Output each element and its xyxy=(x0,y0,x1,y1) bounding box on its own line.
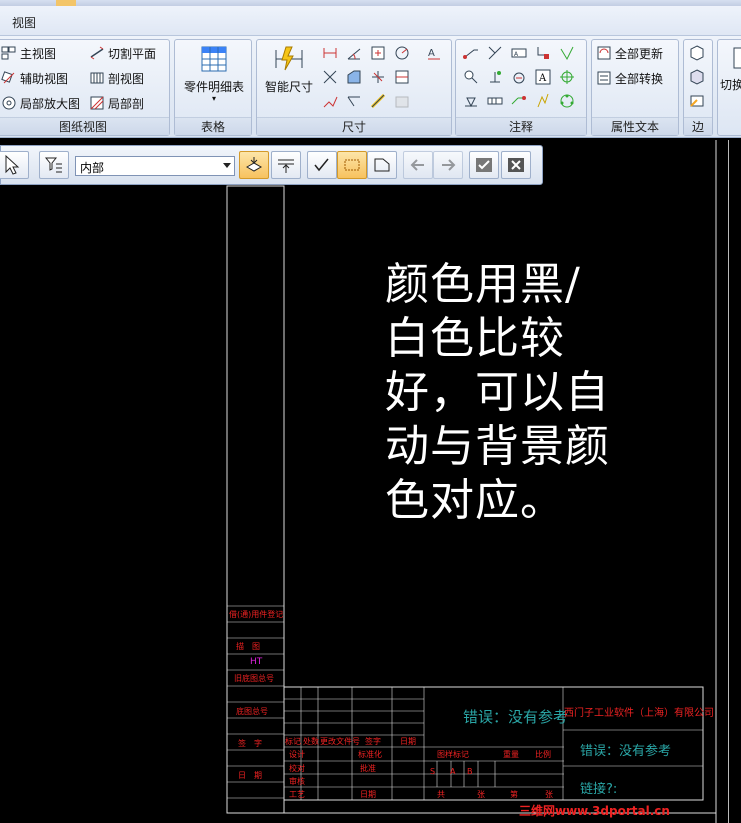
drawing-number-error-text: 错误：没有参考 xyxy=(580,744,672,759)
title-block-header: 比例 xyxy=(535,750,551,759)
left-strip-label: 描 图 xyxy=(236,642,260,651)
title-block-label: 更改文件号 xyxy=(320,737,360,746)
company-name: 西门子工业软件（上海）有限公司 xyxy=(564,708,714,719)
left-strip-label: 日 期 xyxy=(238,771,262,780)
drawing-note[interactable]: 颜色用黑/ 白色比较 好，可以自 动与背景颜 色对应。 xyxy=(385,258,650,528)
title-block-role: 设计 xyxy=(289,750,305,759)
title-block-label: 日期 xyxy=(360,790,376,799)
left-strip-label: 签 字 xyxy=(238,739,262,748)
title-block-role: 校对 xyxy=(289,764,305,773)
title-block-label: 标准化 xyxy=(358,750,382,759)
title-block-label: 处数 xyxy=(303,737,319,746)
watermark: 三维网www.3dportal.cn xyxy=(519,804,670,818)
title-block-label: 批准 xyxy=(360,764,376,773)
title-error-text: 错误：没有参考 xyxy=(463,708,569,726)
title-block-label: 签字 xyxy=(365,737,381,746)
left-strip-label: 底图总号 xyxy=(236,707,268,716)
note-line: 好，可以自 xyxy=(385,367,610,418)
left-strip-label: 旧底图总号 xyxy=(234,674,274,683)
stage-mark: B xyxy=(467,767,473,776)
note-line: 色对应。 xyxy=(385,475,565,526)
link-label: 链接?: xyxy=(580,782,618,797)
note-line: 动与背景颜 xyxy=(385,421,610,472)
sheet-count-label: 张 xyxy=(477,790,485,799)
title-block-header: 重量 xyxy=(503,750,519,759)
title-block-label: 标记 xyxy=(285,737,301,746)
stage-mark: S xyxy=(430,767,436,776)
note-line: 颜色用黑/ xyxy=(385,259,581,310)
title-block-header: 图样标记 xyxy=(437,750,469,759)
sheet-count-label: 第 xyxy=(510,790,518,799)
sheet-count-label: 张 xyxy=(545,790,553,799)
stage-mark: A xyxy=(450,767,456,776)
right-scrollbar[interactable] xyxy=(728,140,741,823)
left-strip-label: HT xyxy=(250,657,263,667)
note-line: 白色比较 xyxy=(385,313,565,364)
title-block-role: 审核 xyxy=(289,777,305,786)
left-strip-label: 借(通)用件登记 xyxy=(229,610,284,619)
title-block-label: 日期 xyxy=(400,737,416,746)
sheet-count-label: 共 xyxy=(437,790,445,799)
title-block-role: 工艺 xyxy=(289,790,305,799)
